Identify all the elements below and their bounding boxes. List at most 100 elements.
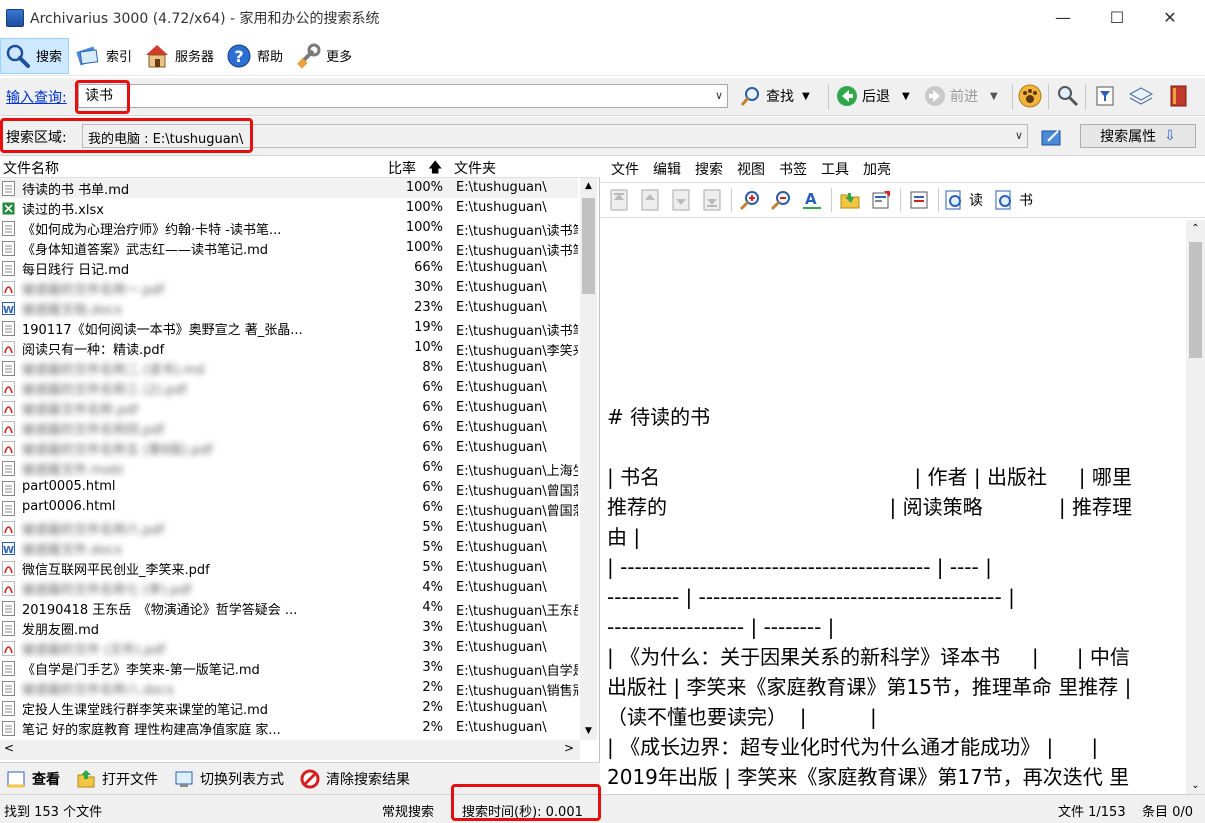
table-row[interactable]: 被遮蔽的文件 (文件).pdf 3% E:\tushuguan\ <box>0 638 578 658</box>
zoom-in-button[interactable] <box>737 187 763 213</box>
scroll-down-icon[interactable]: ▼ <box>580 723 597 740</box>
table-row[interactable]: 《自学是门手艺》李笑来-第一版笔记.md 3% E:\tushuguan\自学是 <box>0 658 578 679</box>
table-row[interactable]: 微信互联网平民创业_李笑来.pdf 5% E:\tushuguan\ <box>0 558 578 578</box>
highlight-word-book[interactable]: 书 <box>993 189 1033 211</box>
open-folder-button[interactable] <box>837 187 863 213</box>
search-menu-button[interactable]: 搜索 <box>0 37 70 74</box>
scroll-down-icon[interactable]: ⌄ <box>1186 777 1205 794</box>
more-menu-button[interactable]: 更多 <box>291 38 358 74</box>
minimize-button[interactable]: — <box>1040 0 1086 34</box>
paw-button[interactable] <box>1018 83 1042 109</box>
chevron-down-icon[interactable]: ∨ <box>1015 129 1023 142</box>
forward-dropdown-icon[interactable]: ▼ <box>990 91 998 102</box>
results-panel: 文件名称 比率 🡅 文件夹 待读的书 书单.md 100% E:\tushuguan… <box>0 156 600 762</box>
index-menu-button[interactable]: 索引 <box>71 38 138 74</box>
layers-button[interactable] <box>1128 83 1154 109</box>
open-file-button[interactable]: 打开文件 <box>76 769 158 789</box>
viewer-menu-bookmark[interactable]: 书签 <box>779 159 807 179</box>
table-row[interactable]: 被遮蔽的文件名称五 (第8版).pdf 6% E:\tushuguan\ <box>0 438 578 458</box>
table-row[interactable]: W 被遮蔽文件.docx 5% E:\tushuguan\ <box>0 538 578 558</box>
back-button[interactable]: 后退 ▼ <box>836 83 910 109</box>
zoom-out-button[interactable] <box>768 187 794 213</box>
export-button[interactable] <box>906 187 932 213</box>
scroll-thumb[interactable] <box>1189 242 1202 358</box>
first-match-button[interactable] <box>606 187 632 213</box>
chevron-down-icon[interactable]: ∨ <box>715 89 723 102</box>
table-row[interactable]: 被遮蔽的文件名称一.pdf 30% E:\tushuguan\ <box>0 278 578 298</box>
properties-button[interactable] <box>868 187 894 213</box>
table-row[interactable]: 笔记 好的家庭教育 理性构建高净值家庭 家... 2% E:\tushuguan\ <box>0 718 578 738</box>
viewer-vertical-scrollbar[interactable]: ⌃ ⌄ <box>1186 220 1205 794</box>
scroll-thumb[interactable] <box>582 198 595 294</box>
results-vertical-scrollbar[interactable]: ▲ ▼ <box>580 178 597 740</box>
view-button[interactable]: 查看 <box>6 769 60 789</box>
match-ratio: 100% <box>405 240 443 255</box>
search-properties-button[interactable]: 搜索属性 ⇩ <box>1080 124 1196 148</box>
table-row[interactable]: 读过的书.xlsx 100% E:\tushuguan\ <box>0 198 578 218</box>
query-label[interactable]: 输入查询: <box>6 87 67 107</box>
prev-match-button[interactable] <box>637 187 663 213</box>
switch-list-button[interactable]: 切换列表方式 <box>174 769 284 789</box>
viewer-menu-highlight[interactable]: 加亮 <box>863 159 891 179</box>
table-row[interactable]: part0006.html 6% E:\tushuguan\曾国藩 <box>0 498 578 519</box>
area-edit-button[interactable] <box>1040 124 1064 150</box>
table-row[interactable]: 定投人生课堂践行群李笑来课堂的笔记.md 2% E:\tushuguan\ <box>0 698 578 718</box>
help-menu-button[interactable]: ? 帮助 <box>222 38 289 74</box>
zoom-search-button[interactable] <box>1056 83 1080 109</box>
table-row[interactable]: 《如何成为心理治疗师》约翰·卡特 -读书笔... 100% E:\tushuguan… <box>0 218 578 239</box>
scroll-left-icon[interactable]: < <box>4 741 14 755</box>
export-icon <box>910 191 928 209</box>
table-row[interactable]: 被遮蔽的文件名称四.pdf 6% E:\tushuguan\ <box>0 418 578 438</box>
query-input[interactable] <box>85 87 685 103</box>
window-title: Archivarius 3000 (4.72/x64) - 家用和办公的搜索系统 <box>30 11 380 27</box>
font-size-button[interactable]: A <box>799 187 825 213</box>
table-row[interactable]: 被遮蔽的文件名称六.pdf 5% E:\tushuguan\ <box>0 518 578 538</box>
server-menu-button[interactable]: 服务器 <box>140 38 220 74</box>
scroll-up-icon[interactable]: ⌃ <box>1186 220 1205 237</box>
viewer-menu-tools[interactable]: 工具 <box>821 159 849 179</box>
back-dropdown-icon[interactable]: ▼ <box>902 91 910 102</box>
table-row[interactable]: 20190418 王东岳 《物演通论》哲学答疑会 ... 4% E:\tushugu… <box>0 598 578 619</box>
viewer-menu-view[interactable]: 视图 <box>737 159 765 179</box>
scroll-right-icon[interactable]: > <box>564 741 574 755</box>
forward-button[interactable]: 前进 ▼ <box>924 83 998 109</box>
query-combobox[interactable]: ∨ <box>78 84 728 108</box>
table-row[interactable]: 待读的书 书单.md 100% E:\tushuguan\ <box>0 178 578 198</box>
book-button[interactable] <box>1168 83 1190 109</box>
clear-results-button[interactable]: 清除搜索结果 <box>300 769 410 789</box>
divider <box>938 188 939 212</box>
table-row[interactable]: 190117《如何阅读一本书》奥野宣之 著_张晶... 19% E:\tushugu… <box>0 318 578 339</box>
scroll-up-icon[interactable]: ▲ <box>580 178 597 195</box>
table-row[interactable]: 被遮蔽的文件名称二 (读书).md 8% E:\tushuguan\ <box>0 358 578 378</box>
document-icon <box>2 261 15 276</box>
search-area-combobox[interactable]: 我的电脑 : E:\tushuguan\ ∨ <box>82 124 1028 148</box>
viewer-menu-edit[interactable]: 编辑 <box>653 159 681 179</box>
table-row[interactable]: W 被遮蔽文档.docx 23% E:\tushuguan\ <box>0 298 578 318</box>
column-header-folder[interactable]: 文件夹 <box>454 158 496 178</box>
table-row[interactable]: 每日践行 日记.md 66% E:\tushuguan\ <box>0 258 578 278</box>
divider <box>831 188 832 212</box>
find-button[interactable]: 查找 ▼ <box>740 83 810 109</box>
close-button[interactable]: ✕ <box>1147 0 1193 34</box>
search-time: 搜索时间(秒): 0.001 <box>462 805 583 820</box>
last-match-button[interactable] <box>699 187 725 213</box>
viewer-menu-file[interactable]: 文件 <box>611 159 639 179</box>
table-row[interactable]: 被遮蔽文件.mobi 6% E:\tushuguan\上海生 <box>0 458 578 479</box>
filter-button[interactable] <box>1094 83 1116 109</box>
column-header-ratio[interactable]: 比率 <box>388 158 416 178</box>
table-row[interactable]: part0005.html 6% E:\tushuguan\曾国藩 <box>0 478 578 499</box>
table-row[interactable]: 《身体知道答案》武志红——读书笔记.md 100% E:\tushuguan\读书笔 <box>0 238 578 259</box>
viewer-menu-search[interactable]: 搜索 <box>695 159 723 179</box>
highlight-word-read[interactable]: 读 <box>943 189 983 211</box>
results-horizontal-scrollbar[interactable]: < > <box>0 740 580 760</box>
table-row[interactable]: 阅读只有一种：精读.pdf 10% E:\tushuguan\李笑来 <box>0 338 578 359</box>
table-row[interactable]: 发朋友圈.md 3% E:\tushuguan\ <box>0 618 578 638</box>
table-row[interactable]: 被遮蔽文件名称.pdf 6% E:\tushuguan\ <box>0 398 578 418</box>
table-row[interactable]: 被遮蔽的文件名称八.docx 2% E:\tushuguan\销售冠 <box>0 678 578 699</box>
table-row[interactable]: 被遮蔽的文件名称三 (2).pdf 6% E:\tushuguan\ <box>0 378 578 398</box>
maximize-button[interactable]: ☐ <box>1094 0 1140 34</box>
column-header-name[interactable]: 文件名称 <box>3 158 59 178</box>
next-match-button[interactable] <box>668 187 694 213</box>
table-row[interactable]: 被遮蔽的文件名称七 (李).pdf 4% E:\tushuguan\ <box>0 578 578 598</box>
find-dropdown-icon[interactable]: ▼ <box>802 91 810 102</box>
